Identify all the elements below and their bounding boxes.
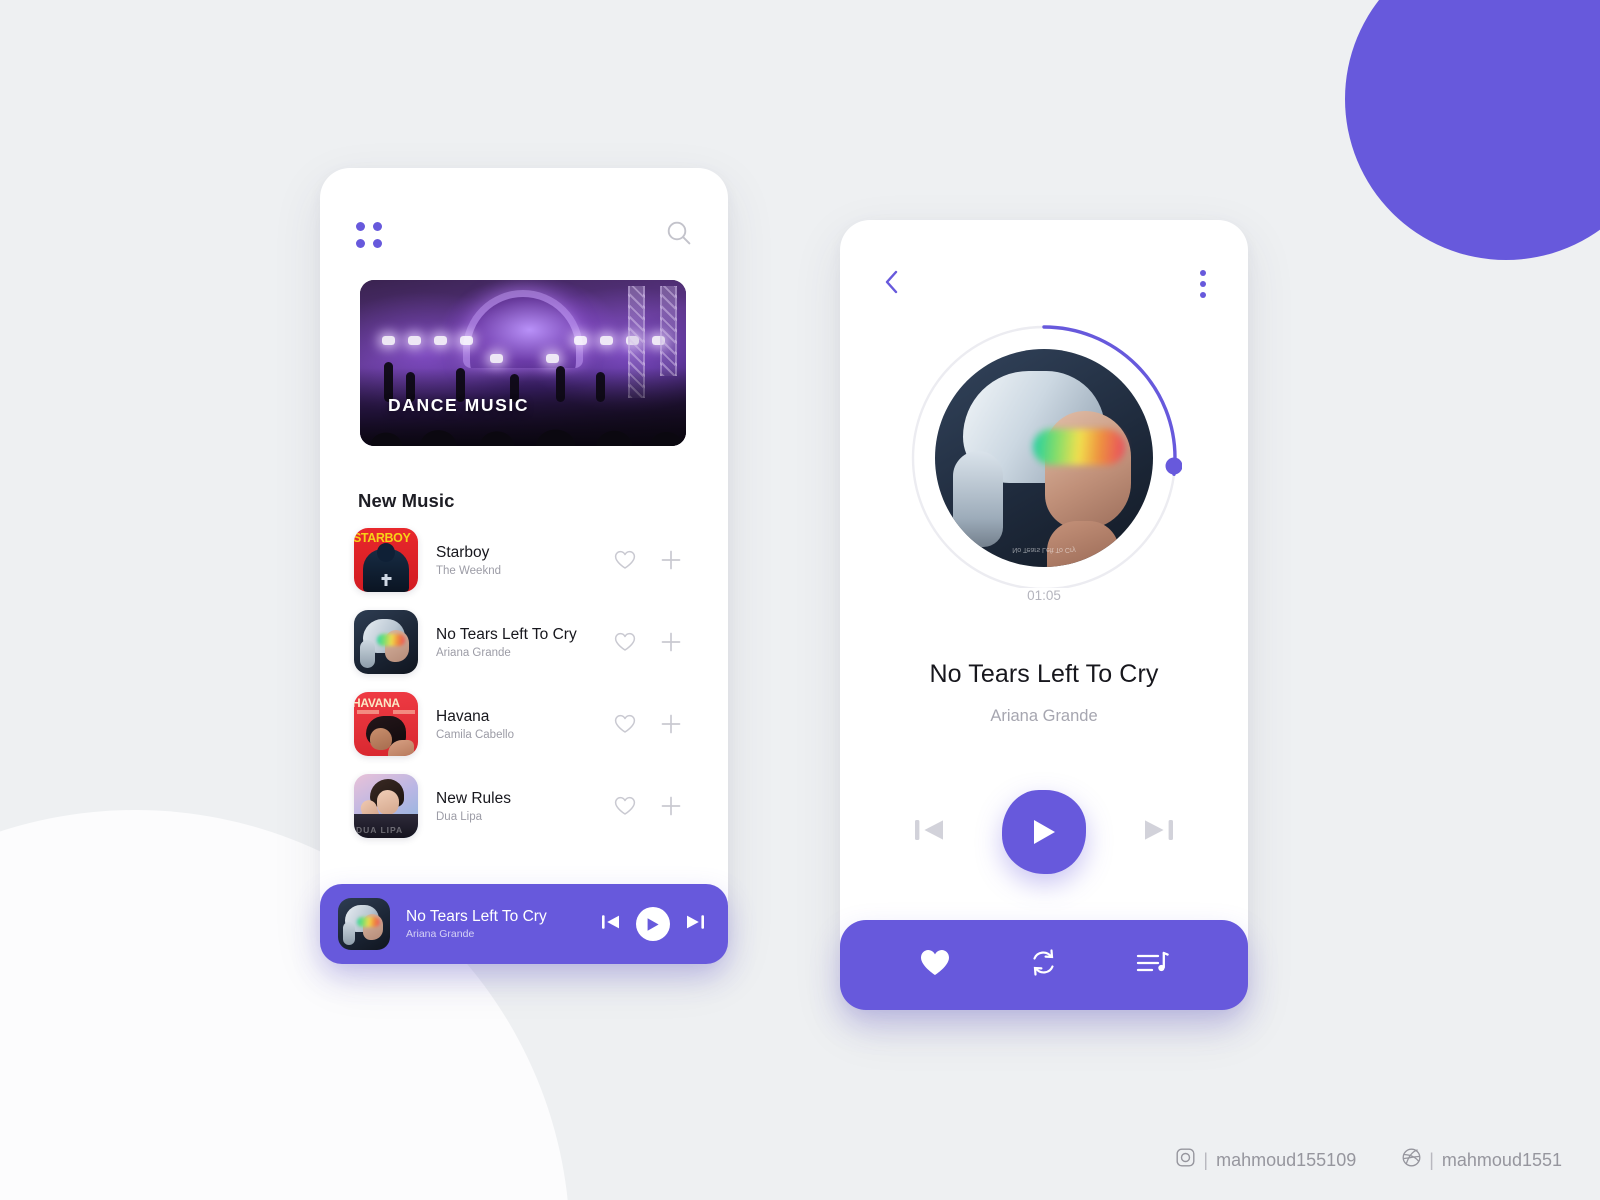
mini-player-bar[interactable]: No Tears Left To Cry Ariana Grande — [320, 884, 728, 964]
play-icon[interactable] — [1002, 790, 1086, 874]
dribbble-credit[interactable]: | mahmoud1551 — [1402, 1148, 1562, 1172]
havana-art-subtext — [357, 710, 415, 714]
playback-controls — [840, 790, 1248, 874]
instagram-icon — [1176, 1148, 1195, 1172]
now-playing-title: No Tears Left To Cry — [929, 660, 1159, 688]
mini-player-album-art — [338, 898, 390, 950]
track-text: Havana Camila Cabello — [418, 707, 602, 741]
player-header — [840, 262, 1248, 306]
canvas: DANCE MUSIC New Music STARBOY Starboy Th… — [0, 0, 1600, 1200]
heart-outline-icon[interactable] — [602, 796, 648, 816]
track-artist: Ariana Grande — [436, 647, 511, 660]
skip-next-icon[interactable] — [684, 912, 706, 937]
new-rules-album-art: DUA LIPA — [354, 774, 418, 838]
home-screen-card: DANCE MUSIC New Music STARBOY Starboy Th… — [320, 168, 728, 958]
mini-player-controls — [600, 907, 706, 941]
plus-icon[interactable] — [648, 631, 694, 653]
plus-icon[interactable] — [648, 549, 694, 571]
section-title-new-music: New Music — [358, 490, 455, 511]
now-playing-artist: Ariana Grande — [990, 707, 1098, 725]
art-ponytail — [343, 922, 355, 945]
heart-outline-icon[interactable] — [602, 714, 648, 734]
track-text: New Rules Dua Lipa — [418, 789, 602, 823]
heart-outline-icon[interactable] — [602, 550, 648, 570]
player-bottom-bar — [840, 920, 1248, 1010]
play-icon[interactable] — [636, 907, 670, 941]
havana-album-art: HAVANA — [354, 692, 418, 756]
starboy-album-art: STARBOY — [354, 528, 418, 592]
table-row[interactable]: STARBOY Starboy The Weeknd — [354, 528, 694, 592]
grid-dots-icon[interactable] — [356, 222, 382, 248]
decorative-purple-circle — [1345, 0, 1600, 260]
havana-art-text: HAVANA — [354, 696, 400, 710]
repeat-icon[interactable] — [1028, 947, 1059, 983]
new-rules-art-text: DUA LIPA — [356, 825, 404, 835]
mini-player-title: No Tears Left To Cry — [406, 908, 547, 925]
heart-outline-icon[interactable] — [602, 632, 648, 652]
plus-icon[interactable] — [648, 713, 694, 735]
track-title: Starboy — [436, 543, 490, 561]
search-icon[interactable] — [665, 219, 692, 251]
skip-next-icon[interactable] — [1140, 814, 1176, 851]
banner-truss-far-right — [660, 286, 677, 376]
credits-footer: | mahmoud155109 | mahmoud1551 — [1176, 1148, 1562, 1172]
track-title: No Tears Left To Cry — [436, 625, 577, 643]
art-prism-streak — [1033, 429, 1125, 465]
table-row[interactable]: HAVANA Havana Camila Cabello — [354, 692, 694, 756]
home-header — [320, 212, 728, 258]
heart-filled-icon[interactable] — [919, 948, 951, 982]
mini-player-artist: Ariana Grande — [406, 928, 475, 940]
playlist-queue-icon[interactable] — [1136, 950, 1170, 981]
cover-caption: No Tears Left To Cry — [1012, 546, 1076, 553]
track-artist: Camila Cabello — [436, 729, 514, 742]
track-text: Starboy The Weeknd — [418, 543, 602, 577]
dance-music-banner[interactable]: DANCE MUSIC — [360, 280, 686, 446]
more-vertical-icon[interactable] — [1200, 270, 1206, 298]
credit-separator: | — [1203, 1149, 1209, 1170]
art-face — [377, 790, 399, 815]
player-screen-card: No Tears Left To Cry 01:05 No Tears Left… — [840, 220, 1248, 1010]
track-title: Havana — [436, 707, 490, 725]
credit-separator: | — [1429, 1149, 1434, 1170]
elapsed-time: 01:05 — [1018, 588, 1070, 603]
track-artist: The Weeknd — [436, 565, 501, 578]
banner-title: DANCE MUSIC — [388, 395, 530, 415]
no-tears-album-art — [354, 610, 418, 674]
table-row[interactable]: DUA LIPA New Rules Dua Lipa — [354, 774, 694, 838]
chevron-left-icon[interactable] — [882, 268, 902, 301]
mini-player-text: No Tears Left To Cry Ariana Grande — [390, 908, 600, 940]
plus-icon[interactable] — [648, 795, 694, 817]
starboy-art-head — [377, 543, 395, 562]
circular-progress[interactable]: No Tears Left To Cry — [906, 320, 1182, 596]
dribbble-icon — [1402, 1148, 1421, 1172]
skip-previous-icon[interactable] — [912, 814, 948, 851]
skip-previous-icon[interactable] — [600, 912, 622, 937]
art-ponytail — [953, 451, 1003, 547]
art-ponytail — [360, 640, 375, 668]
track-title: New Rules — [436, 789, 511, 807]
art-shoulder — [388, 740, 414, 756]
track-artist: Dua Lipa — [436, 811, 483, 824]
dribbble-handle: mahmoud1551 — [1441, 1149, 1562, 1170]
table-row[interactable]: No Tears Left To Cry Ariana Grande — [354, 610, 694, 674]
new-music-track-list: STARBOY Starboy The Weeknd No Tears Left… — [354, 528, 694, 856]
art-prism-streak — [357, 917, 380, 927]
instagram-credit[interactable]: | mahmoud155109 — [1176, 1148, 1356, 1172]
track-text: No Tears Left To Cry Ariana Grande — [418, 625, 602, 659]
starboy-art-cross — [381, 574, 391, 586]
art-prism-streak — [377, 634, 405, 646]
instagram-handle: mahmoud155109 — [1216, 1149, 1357, 1170]
album-cover-art: No Tears Left To Cry — [935, 349, 1153, 567]
art-neck — [1047, 521, 1119, 567]
